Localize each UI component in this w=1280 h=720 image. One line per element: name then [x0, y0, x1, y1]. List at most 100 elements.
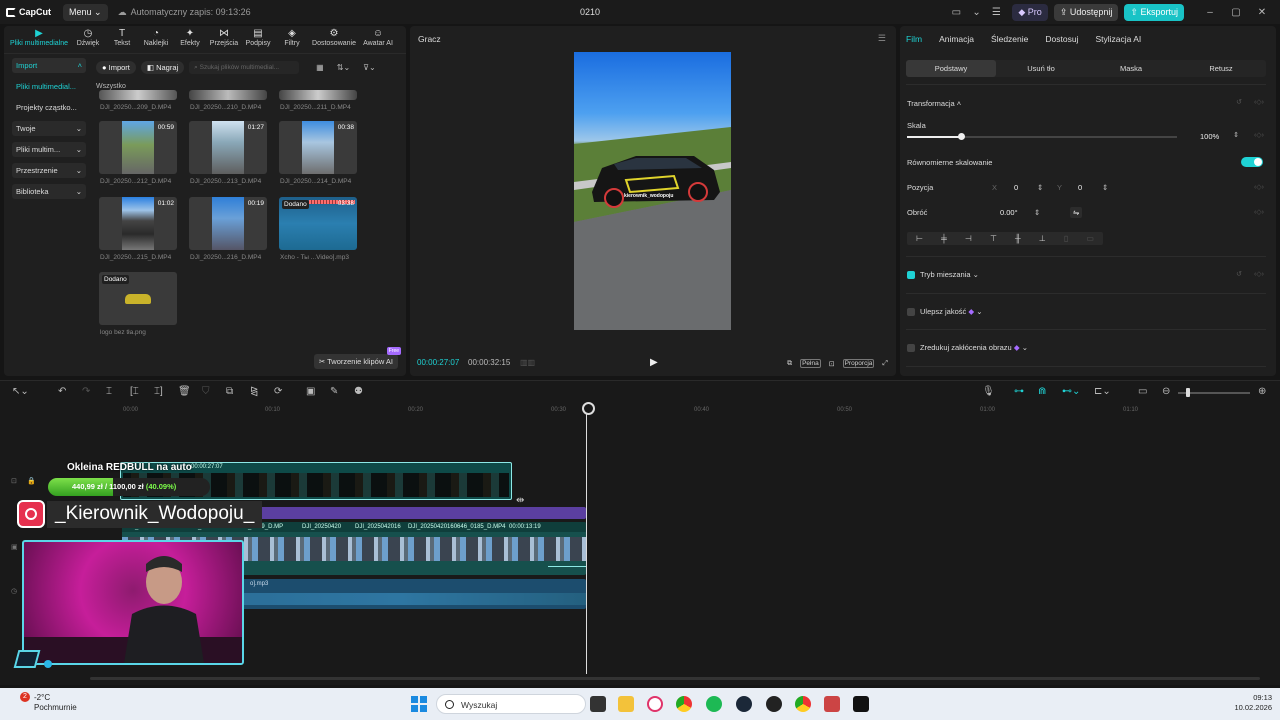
- track-video-icon[interactable]: ▣: [11, 543, 18, 551]
- uniform-scale-toggle[interactable]: [1241, 157, 1263, 167]
- redo-icon[interactable]: ↷: [82, 386, 90, 397]
- zoom-out-icon[interactable]: ⊖: [1162, 386, 1170, 397]
- sidebar-item-spaces[interactable]: Przestrzenie ⌄: [12, 163, 86, 178]
- tab-media[interactable]: ▶ Pliki multimedialne: [8, 28, 70, 53]
- tab-tracking[interactable]: Śledzenie: [991, 34, 1028, 48]
- play-button[interactable]: ▶: [650, 357, 658, 368]
- sort-icon[interactable]: ⇅⌄: [337, 63, 350, 72]
- split-left-icon[interactable]: [⌶: [130, 386, 139, 397]
- align-bottom-icon[interactable]: ⊥: [1039, 234, 1046, 243]
- magnet-icon[interactable]: ⋒: [1038, 386, 1046, 397]
- layout-icon[interactable]: ▭: [946, 7, 966, 18]
- sidebar-item-media[interactable]: Pliki multimedial...: [12, 79, 86, 94]
- magic-icon[interactable]: ✎: [330, 386, 338, 397]
- keyframe-icon[interactable]: ‹◇›: [1254, 270, 1264, 278]
- blend-mode-checkbox[interactable]: [907, 271, 915, 279]
- align-center-v-icon[interactable]: ╫: [1015, 234, 1021, 243]
- zoom-slider-handle[interactable]: [1186, 388, 1190, 397]
- tab-stickers[interactable]: ◔ Naklejki: [140, 28, 172, 53]
- lock-icon[interactable]: 🔒: [27, 477, 36, 485]
- sidebar-item-projects[interactable]: Projekty cząstko...: [12, 100, 86, 115]
- align-center-h-icon[interactable]: ╪: [941, 234, 947, 243]
- enhance-checkbox[interactable]: [907, 308, 915, 316]
- enhance-heading[interactable]: Ulepsz jakość ◆ ⌄: [920, 307, 983, 316]
- media-item[interactable]: [99, 90, 177, 100]
- media-item[interactable]: [189, 90, 267, 100]
- settings-icon[interactable]: ☰: [986, 7, 1006, 18]
- media-item[interactable]: 00:19: [189, 197, 267, 250]
- shield-icon[interactable]: ⛉: [202, 386, 210, 397]
- ratio-button[interactable]: Proporcja: [842, 359, 875, 368]
- playhead[interactable]: [582, 402, 595, 674]
- export-button[interactable]: ⇧ Eksportuj: [1124, 3, 1184, 21]
- media-item[interactable]: 01:02: [99, 197, 177, 250]
- subtab-basic[interactable]: Podstawy: [906, 60, 996, 77]
- reset-icon[interactable]: ↺: [1236, 270, 1242, 278]
- minimize-icon[interactable]: –: [1200, 7, 1220, 18]
- caption-icon[interactable]: ▭: [1138, 386, 1147, 397]
- capcut-icon[interactable]: [853, 696, 869, 712]
- timeline-ruler[interactable]: 00:00 00:10 00:20 00:30 00:40 00:50 01:0…: [118, 403, 1280, 417]
- import-button[interactable]: ● Import: [96, 60, 136, 74]
- tab-captions[interactable]: ▤ Podpisy: [242, 28, 274, 53]
- tab-filters[interactable]: ◈ Filtry: [276, 28, 308, 53]
- project-title[interactable]: 0210: [560, 7, 620, 17]
- video-preview[interactable]: kierownik_wodopoju: [574, 52, 731, 330]
- chrome-icon[interactable]: [676, 696, 692, 712]
- rotate-input[interactable]: 0.00°: [1000, 208, 1018, 217]
- transform-heading[interactable]: Transformacja ˄: [907, 99, 961, 108]
- crop-icon[interactable]: ⧉: [226, 386, 233, 397]
- media-item[interactable]: 01:27: [189, 121, 267, 174]
- keyframe-icon[interactable]: ‹◇›: [1254, 183, 1264, 191]
- chevron-down-icon[interactable]: ⌄: [972, 7, 980, 18]
- maximize-icon[interactable]: ▢: [1226, 7, 1246, 18]
- denoise-heading[interactable]: Zredukuj zakłócenia obrazu ◆ ⌄: [920, 343, 1028, 352]
- menu-button[interactable]: Menu ⌄: [63, 3, 108, 21]
- timeline-scrollbar[interactable]: [90, 677, 1260, 680]
- media-item[interactable]: Dodano: [99, 272, 177, 325]
- flip-button[interactable]: ⇋: [1070, 207, 1083, 218]
- share-button[interactable]: ⇪ Udostępnij: [1053, 3, 1119, 21]
- keyframe-icon[interactable]: ‹◇›: [1254, 131, 1264, 139]
- freeze-icon[interactable]: ▣: [306, 386, 315, 397]
- media-item[interactable]: 00:38: [279, 121, 357, 174]
- windows-start-icon[interactable]: [411, 696, 427, 712]
- preview-axis-icon[interactable]: ⊏⌄: [1094, 386, 1111, 397]
- grid-view-icon[interactable]: ▦: [316, 63, 324, 72]
- obs-icon[interactable]: [766, 696, 782, 712]
- keyframe-icon[interactable]: ‹◇›: [1254, 98, 1264, 106]
- ai-clips-button[interactable]: ✂ Tworzenie klipów AI Free: [313, 347, 401, 369]
- tab-ai-style[interactable]: Stylizacja AI: [1095, 34, 1141, 48]
- tab-avatar[interactable]: ☺ Awatar AI: [360, 28, 396, 53]
- weather-widget[interactable]: -2°C Pochmurnie: [34, 693, 77, 713]
- record-button[interactable]: ◧ Nagraj: [140, 60, 185, 74]
- align-right-icon[interactable]: ⊣: [965, 234, 972, 243]
- fit-icon[interactable]: ⊡: [829, 360, 835, 368]
- split-icon[interactable]: ⌶: [106, 386, 112, 397]
- tab-adjust[interactable]: ⚙ Dostosowanie: [310, 28, 358, 53]
- tab-effects[interactable]: ✦ Efekty: [174, 28, 206, 53]
- scale-slider[interactable]: [907, 133, 1177, 140]
- tab-text[interactable]: T Tekst: [106, 28, 138, 53]
- zoom-in-icon[interactable]: ⊕: [1258, 386, 1266, 397]
- spotify-icon[interactable]: [706, 696, 722, 712]
- sidebar-item-import[interactable]: Import ˄: [12, 58, 86, 73]
- align-left-icon[interactable]: ⊢: [916, 234, 923, 243]
- tab-audio[interactable]: ◷ Dźwięk: [72, 28, 104, 53]
- tab-video[interactable]: Film: [906, 34, 922, 48]
- cursor-icon[interactable]: ↖⌄: [12, 386, 29, 397]
- media-item[interactable]: [279, 90, 357, 100]
- timeline-markers-icon[interactable]: ▥▥: [520, 358, 535, 367]
- steam-icon[interactable]: [736, 696, 752, 712]
- subtab-retouch[interactable]: Retusz: [1176, 60, 1266, 77]
- scale-slider-handle[interactable]: [958, 133, 965, 140]
- reset-icon[interactable]: ↺: [1236, 98, 1242, 106]
- crop-icon[interactable]: ⧉: [787, 360, 792, 368]
- microphone-icon[interactable]: 🎙: [982, 386, 995, 397]
- stepper-icon[interactable]: ⇕: [1034, 208, 1040, 217]
- align-top-icon[interactable]: ⊤: [990, 234, 997, 243]
- track-audio-icon[interactable]: ◷: [11, 587, 17, 595]
- delete-icon[interactable]: 🗑: [178, 386, 191, 397]
- stepper-icon[interactable]: ⇕: [1233, 131, 1239, 139]
- scale-value[interactable]: 100%: [1200, 132, 1219, 141]
